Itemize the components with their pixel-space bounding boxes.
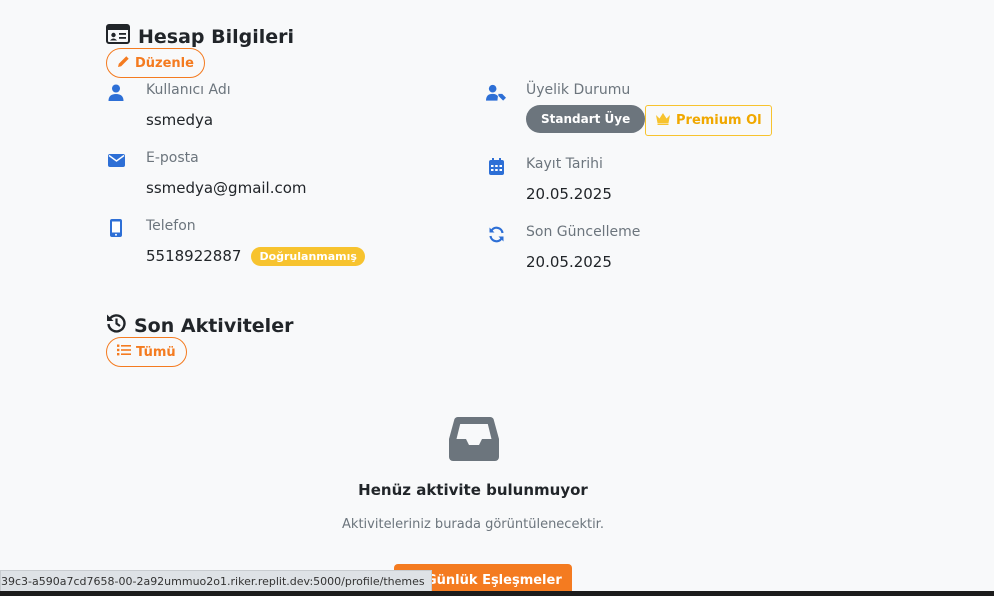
registered-label: Kayıt Tarihi bbox=[526, 156, 603, 172]
membership-label: Üyelik Durumu bbox=[526, 82, 631, 98]
unverified-badge: Doğrulanmamış bbox=[251, 247, 365, 266]
list-icon bbox=[117, 344, 131, 360]
history-icon bbox=[106, 313, 126, 338]
edit-button[interactable]: Düzenle bbox=[106, 48, 205, 78]
envelope-icon bbox=[106, 150, 126, 170]
daily-matches-label: Günlük Eşleşmeler bbox=[426, 572, 562, 588]
recent-activities-title: Son Aktiviteler bbox=[106, 313, 293, 338]
user-icon bbox=[106, 82, 126, 102]
premium-button-label: Premium Ol bbox=[676, 113, 762, 128]
calendar-icon bbox=[486, 156, 506, 176]
phone-label: Telefon bbox=[146, 218, 196, 234]
username-label: Kullanıcı Adı bbox=[146, 82, 231, 98]
all-activities-button[interactable]: Tümü bbox=[106, 337, 187, 367]
email-label: E-posta bbox=[146, 150, 199, 166]
registered-value: 20.05.2025 bbox=[526, 185, 612, 203]
id-card-icon bbox=[106, 24, 130, 49]
empty-state-title: Henüz aktivite bulunmuyor bbox=[358, 481, 588, 499]
edit-button-label: Düzenle bbox=[135, 55, 194, 71]
email-value: ssmedya@gmail.com bbox=[146, 179, 307, 197]
all-activities-label: Tümü bbox=[136, 344, 176, 360]
sync-icon bbox=[486, 224, 506, 244]
taskbar-strip bbox=[0, 591, 994, 596]
pencil-icon bbox=[117, 55, 130, 72]
membership-badge: Standart Üye bbox=[526, 105, 646, 133]
updated-label: Son Güncelleme bbox=[526, 224, 641, 240]
account-info-title: Hesap Bilgileri bbox=[106, 24, 294, 49]
mobile-phone-icon bbox=[106, 218, 126, 238]
user-tag-icon bbox=[486, 82, 506, 102]
status-bar-url: 39c3-a590a7cd7658-00-2a92ummuo2o1.riker.… bbox=[0, 570, 432, 592]
inbox-icon bbox=[449, 417, 499, 465]
empty-state-subtitle: Aktiviteleriniz burada görüntülenecektir… bbox=[342, 517, 604, 532]
premium-button[interactable]: Premium Ol bbox=[645, 105, 772, 136]
crown-icon bbox=[655, 112, 671, 129]
recent-activities-title-text: Son Aktiviteler bbox=[134, 314, 294, 337]
updated-value: 20.05.2025 bbox=[526, 253, 612, 271]
phone-value-row: 5518922887 Doğrulanmamış bbox=[146, 247, 365, 266]
phone-value: 5518922887 bbox=[146, 247, 242, 265]
account-info-title-text: Hesap Bilgileri bbox=[138, 25, 295, 48]
username-value: ssmedya bbox=[146, 111, 214, 129]
